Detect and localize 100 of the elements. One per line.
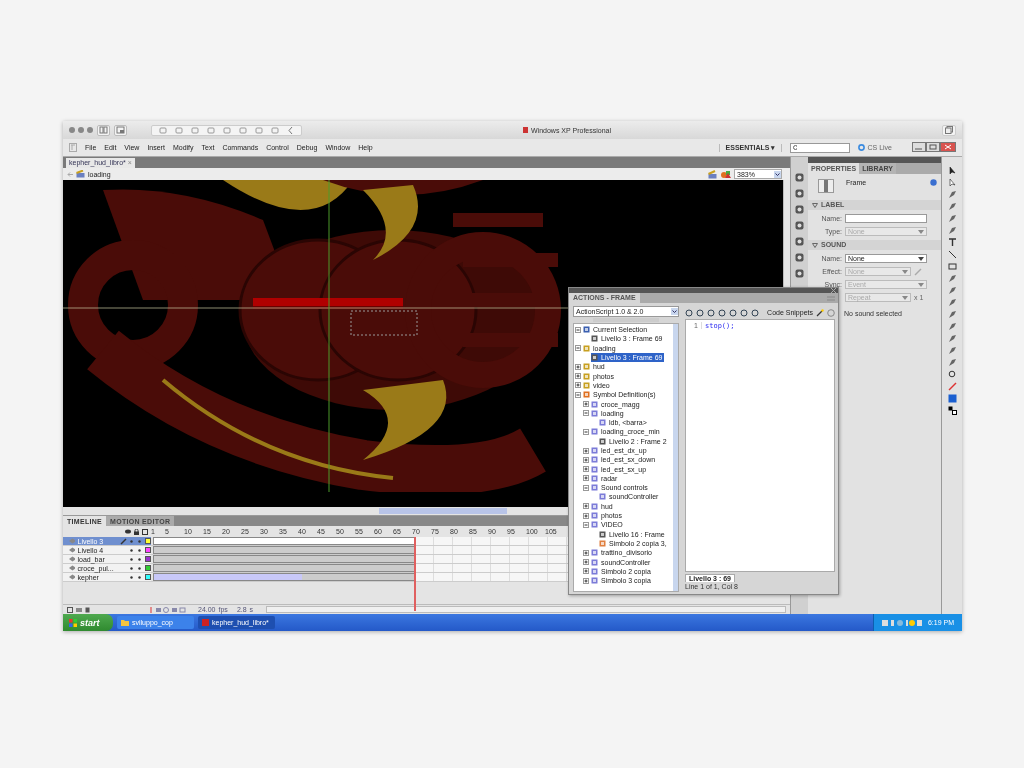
window-buttons-icon[interactable] <box>912 142 956 153</box>
expand-icon[interactable] <box>583 549 589 556</box>
onion-skin-buttons-icon[interactable] <box>149 606 189 613</box>
visibility-dot-icon[interactable] <box>130 548 133 552</box>
expand-icon[interactable] <box>583 475 589 482</box>
cs-live-icon[interactable] <box>858 144 866 151</box>
expand-icon[interactable] <box>583 456 589 463</box>
system-tray-icon[interactable] <box>881 618 922 627</box>
layer-color-swatch[interactable] <box>145 547 151 553</box>
button-icon <box>599 539 606 547</box>
clip-icon <box>599 419 606 427</box>
frame-icon <box>818 179 834 193</box>
fullscreen-icon[interactable] <box>942 124 956 136</box>
lock-dot-icon[interactable] <box>138 566 141 570</box>
line-tool-icon[interactable] <box>947 250 957 259</box>
expand-icon[interactable] <box>583 466 589 473</box>
panel-icon[interactable] <box>795 173 804 182</box>
panel-icon[interactable] <box>795 205 804 214</box>
lock-icon[interactable] <box>134 528 139 535</box>
dropdown-arrow-icon[interactable] <box>774 170 781 178</box>
timeline-scrollbar[interactable] <box>266 606 786 613</box>
collapse-icon[interactable] <box>583 484 589 491</box>
collapse-icon[interactable] <box>575 391 581 398</box>
visibility-dot-icon[interactable] <box>130 557 133 561</box>
rect-tool-icon[interactable] <box>947 262 957 271</box>
expand-icon[interactable] <box>583 503 589 510</box>
app-logo-icon <box>69 142 77 153</box>
frame-icon <box>599 530 606 538</box>
selection-icon <box>583 326 590 334</box>
layer-buttons-icon[interactable] <box>67 606 91 613</box>
collapse-triangle-icon[interactable] <box>812 242 818 248</box>
zoom-tool-icon[interactable] <box>947 370 957 379</box>
expand-icon[interactable] <box>583 559 589 566</box>
app-icon <box>202 619 209 626</box>
folder-icon <box>121 619 129 626</box>
selection-marquee <box>350 310 418 336</box>
panel-icon[interactable] <box>795 237 804 246</box>
fill-color-icon[interactable] <box>947 394 957 403</box>
edit-scene-icon[interactable] <box>708 169 718 179</box>
lock-dot-icon[interactable] <box>138 548 141 552</box>
symbol-icon <box>591 428 598 436</box>
expand-icon[interactable] <box>583 512 589 519</box>
frame-icon <box>599 437 606 445</box>
frame-icon <box>591 354 598 362</box>
frame-icon <box>591 335 598 343</box>
splitter-handle[interactable] <box>593 318 659 322</box>
wand-icon[interactable] <box>816 308 824 317</box>
lock-dot-icon[interactable] <box>138 575 141 579</box>
frame-span[interactable] <box>153 537 415 545</box>
expand-icon[interactable] <box>575 382 581 389</box>
layer-color-swatch[interactable] <box>145 538 151 544</box>
panel-icon[interactable] <box>795 221 804 230</box>
expand-icon[interactable] <box>583 568 589 575</box>
expand-icon[interactable] <box>575 363 581 370</box>
collapse-icon[interactable] <box>583 410 589 417</box>
visibility-dot-icon[interactable] <box>130 566 133 570</box>
sidebar-toggle-icon[interactable] <box>97 124 110 136</box>
windows-logo-icon <box>69 618 77 627</box>
lock-dot-icon[interactable] <box>138 539 141 543</box>
caret-icon[interactable] <box>918 256 924 261</box>
collapse-triangle-icon[interactable] <box>812 202 818 208</box>
layer-color-swatch[interactable] <box>145 574 151 580</box>
start-button[interactable]: start <box>63 614 113 631</box>
layer-color-swatch[interactable] <box>145 565 151 571</box>
lock-dot-icon[interactable] <box>138 557 141 561</box>
scene-icon <box>76 170 85 178</box>
scene-icon <box>583 344 590 352</box>
expand-icon[interactable] <box>583 577 589 584</box>
help-icon[interactable] <box>930 179 937 186</box>
panel-icon[interactable] <box>795 189 804 198</box>
close-icon[interactable] <box>831 288 836 293</box>
collapse-icon[interactable] <box>583 428 589 435</box>
outline-icon[interactable] <box>142 528 148 535</box>
expand-icon[interactable] <box>583 401 589 407</box>
clip-icon <box>599 493 606 501</box>
arrow-tool-icon[interactable] <box>947 166 957 175</box>
tree-scrollbar[interactable] <box>673 324 678 591</box>
symbols-icon <box>583 391 590 399</box>
name-field[interactable] <box>845 214 927 223</box>
subarrow-tool-icon[interactable] <box>947 178 957 187</box>
panel-icon[interactable] <box>795 253 804 262</box>
collapse-icon[interactable] <box>583 521 589 528</box>
expand-icon[interactable] <box>583 447 589 454</box>
edit-symbols-icon[interactable] <box>721 169 731 179</box>
windows-icon[interactable] <box>114 124 127 136</box>
app-icon <box>523 127 528 133</box>
panel-icon[interactable] <box>795 269 804 278</box>
visibility-dot-icon[interactable] <box>130 575 133 579</box>
dropdown-arrow-icon[interactable] <box>671 308 678 315</box>
stroke-color-icon[interactable] <box>947 382 957 391</box>
swap-colors-icon[interactable] <box>947 406 957 415</box>
layer-color-swatch[interactable] <box>145 556 151 562</box>
eye-icon[interactable] <box>125 529 131 534</box>
text-tool-icon[interactable] <box>947 238 957 247</box>
search-field[interactable] <box>790 142 851 153</box>
collapse-icon[interactable] <box>575 345 581 352</box>
expand-icon[interactable] <box>575 373 581 380</box>
search-icon <box>793 144 798 151</box>
collapse-icon[interactable] <box>575 326 581 333</box>
visibility-dot-icon[interactable] <box>130 539 133 543</box>
